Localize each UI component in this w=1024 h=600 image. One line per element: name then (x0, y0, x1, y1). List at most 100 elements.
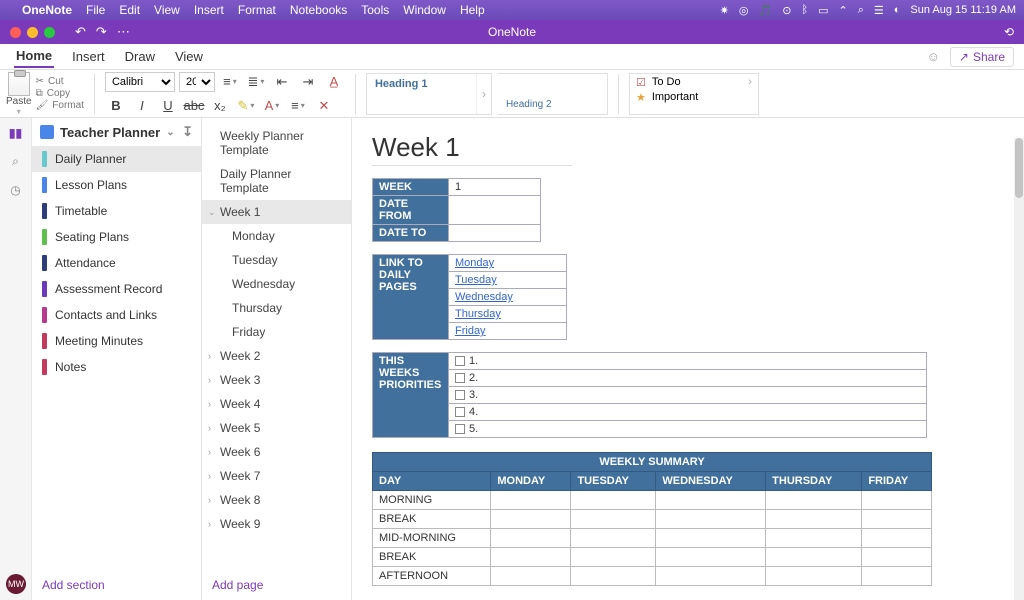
strikethrough-button[interactable]: abc (183, 96, 205, 116)
menu-insert[interactable]: Insert (194, 3, 224, 17)
page-item[interactable]: ›Week 4 (202, 392, 351, 416)
checkbox-icon[interactable] (455, 407, 465, 417)
status-icon[interactable]: ◎ (739, 4, 749, 17)
siri-icon[interactable]: ◐ (894, 4, 901, 16)
menu-window[interactable]: Window (403, 3, 446, 17)
section-item[interactable]: Notes (32, 354, 201, 380)
align-button[interactable]: ≡ (287, 96, 309, 116)
add-section-button[interactable]: Add section (32, 570, 201, 600)
menu-tools[interactable]: Tools (361, 3, 389, 17)
subscript-button[interactable]: x₂ (209, 96, 231, 116)
section-item[interactable]: Seating Plans (32, 224, 201, 250)
qat-more-button[interactable]: ⋯ (117, 24, 130, 40)
link-friday[interactable]: Friday (455, 325, 486, 337)
page-item[interactable]: ›Week 2 (202, 344, 351, 368)
control-center-icon[interactable]: ☰ (874, 4, 884, 17)
checkbox-icon[interactable] (455, 373, 465, 383)
battery-icon[interactable]: ▭ (818, 4, 828, 17)
menu-file[interactable]: File (86, 3, 105, 17)
vertical-scrollbar[interactable] (1014, 138, 1024, 600)
menu-edit[interactable]: Edit (119, 3, 140, 17)
undo-button[interactable]: ↶ (75, 24, 86, 40)
font-name-combo[interactable]: Calibri (105, 72, 175, 92)
add-page-button[interactable]: Add page (202, 570, 351, 600)
tag-important[interactable]: ★Important (636, 91, 752, 104)
page-title-input[interactable] (372, 130, 572, 166)
bold-button[interactable]: B (105, 96, 127, 116)
page-item[interactable]: Friday (202, 320, 351, 344)
note-canvas[interactable]: WEEK1 DATE FROM DATE TO LINK TO DAILY PA… (352, 118, 1024, 600)
sort-icon[interactable]: ↧ (182, 124, 193, 140)
sync-icon[interactable]: ⟲ (1004, 25, 1014, 39)
header-table[interactable]: WEEK1 DATE FROM DATE TO (372, 178, 541, 242)
link-thursday[interactable]: Thursday (455, 308, 501, 320)
indent-button[interactable]: ⇥ (297, 72, 319, 92)
page-item[interactable]: Wednesday (202, 272, 351, 296)
section-item[interactable]: Timetable (32, 198, 201, 224)
page-item[interactable]: ›Week 5 (202, 416, 351, 440)
italic-button[interactable]: I (131, 96, 153, 116)
styles-icon[interactable]: A̲ (323, 72, 345, 92)
page-item[interactable]: ›Week 7 (202, 464, 351, 488)
clock[interactable]: Sun Aug 15 11:19 AM (910, 4, 1016, 16)
paste-button[interactable]: Paste ▾ (6, 72, 32, 116)
checkbox-icon[interactable] (455, 390, 465, 400)
status-icon[interactable]: ✷ (720, 4, 729, 17)
notebooks-icon[interactable]: ▮▮ (9, 126, 22, 140)
weekly-summary-table[interactable]: WEEKLY SUMMARY DAYMONDAYTUESDAYWEDNESDAY… (372, 452, 932, 586)
underline-button[interactable]: U (157, 96, 179, 116)
menu-help[interactable]: Help (460, 3, 485, 17)
priorities-table[interactable]: THIS WEEKS PRIORITIES 1. 2. 3. 4. 5. (372, 352, 927, 438)
page-item[interactable]: Thursday (202, 296, 351, 320)
section-item[interactable]: Daily Planner (32, 146, 201, 172)
search-icon[interactable]: ⌕ (12, 154, 19, 169)
link-wednesday[interactable]: Wednesday (455, 291, 513, 303)
minimize-window-button[interactable] (27, 27, 38, 38)
styles-gallery[interactable]: Heading 1 › (366, 73, 492, 115)
share-button[interactable]: ↗ Share (950, 47, 1014, 67)
page-item[interactable]: Tuesday (202, 248, 351, 272)
notebook-picker[interactable]: Teacher Planner ⌄ ↧ (32, 118, 201, 146)
tab-home[interactable]: Home (14, 45, 54, 68)
page-item[interactable]: ›Week 8 (202, 488, 351, 512)
clear-formatting-button[interactable]: ✕ (313, 96, 335, 116)
tags-gallery[interactable]: ☑To Do› ★Important (629, 73, 759, 115)
menu-view[interactable]: View (154, 3, 180, 17)
tab-insert[interactable]: Insert (70, 46, 107, 67)
user-avatar[interactable]: MW (6, 574, 26, 594)
page-item[interactable]: ›Week 6 (202, 440, 351, 464)
menu-notebooks[interactable]: Notebooks (290, 3, 347, 17)
link-monday[interactable]: Monday (455, 257, 494, 269)
numbering-button[interactable]: ≣ (245, 72, 267, 92)
spotlight-icon[interactable]: ⌕ (858, 4, 864, 17)
font-size-combo[interactable]: 20 (179, 72, 215, 92)
status-icon[interactable]: ⊙ (782, 4, 791, 17)
page-item[interactable]: ›Week 3 (202, 368, 351, 392)
section-item[interactable]: Assessment Record (32, 276, 201, 302)
copy-button[interactable]: ⧉Copy (36, 88, 84, 99)
tab-view[interactable]: View (173, 46, 205, 67)
highlight-button[interactable]: ✎ (235, 96, 257, 116)
app-name[interactable]: OneNote (22, 3, 72, 17)
page-item[interactable]: ⌄Week 1 (202, 200, 351, 224)
page-item[interactable]: Weekly Planner Template (202, 124, 351, 162)
recent-icon[interactable]: ◷ (10, 183, 20, 197)
wifi-icon[interactable]: ⌃ (838, 4, 847, 17)
section-item[interactable]: Meeting Minutes (32, 328, 201, 354)
menu-format[interactable]: Format (238, 3, 276, 17)
page-item[interactable]: Monday (202, 224, 351, 248)
outdent-button[interactable]: ⇤ (271, 72, 293, 92)
font-color-button[interactable]: A (261, 96, 283, 116)
page-item[interactable]: Daily Planner Template (202, 162, 351, 200)
tag-todo[interactable]: ☑To Do› (636, 76, 752, 89)
checkbox-icon[interactable] (455, 356, 465, 366)
bluetooth-icon[interactable]: ᛒ (801, 4, 808, 16)
checkbox-icon[interactable] (455, 424, 465, 434)
page-item[interactable]: ›Week 9 (202, 512, 351, 536)
status-icon[interactable]: 🎵 (759, 4, 773, 17)
close-window-button[interactable] (10, 27, 21, 38)
section-item[interactable]: Contacts and Links (32, 302, 201, 328)
format-painter-button[interactable]: 🖌Format (36, 100, 84, 111)
feedback-icon[interactable]: ☺ (927, 49, 940, 64)
zoom-window-button[interactable] (44, 27, 55, 38)
